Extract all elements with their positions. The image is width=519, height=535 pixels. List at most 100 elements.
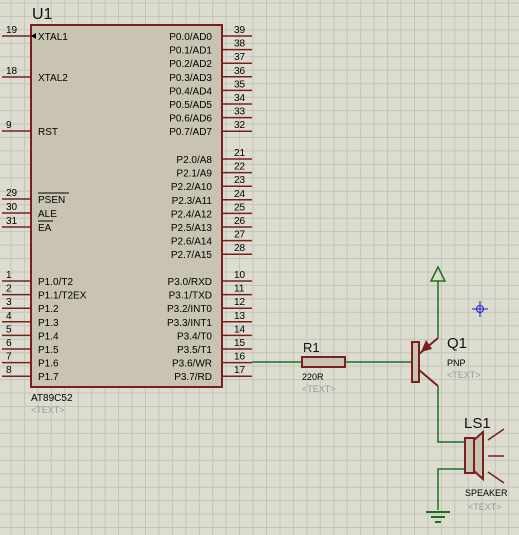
u1-pin-number: 30 — [6, 202, 18, 213]
u1-pin-label: P1.3 — [38, 318, 59, 329]
u1-pin-label: P0.6/AD6 — [169, 114, 212, 125]
u1-pin-label: EA — [38, 223, 52, 234]
u1-pin-label: P0.0/AD0 — [169, 32, 212, 43]
u1-pin-label: P1.0/T2 — [38, 277, 73, 288]
u1-pin-label: XTAL1 — [38, 32, 68, 43]
ls1-speaker[interactable]: LS1 SPEAKER <TEXT> — [464, 415, 508, 512]
u1-pin-number: 14 — [234, 324, 246, 335]
u1-pin-number: 32 — [234, 120, 246, 131]
u1-pin-number: 36 — [234, 66, 246, 77]
q1-type-label: PNP — [447, 358, 466, 368]
u1-pin-label: P2.1/A9 — [176, 169, 212, 180]
q1-ref-label: Q1 — [447, 335, 467, 352]
u1-pin-label: P2.2/A10 — [171, 182, 213, 193]
u1-pin-number: 35 — [234, 79, 246, 90]
u1-pin-number: 1 — [6, 270, 12, 281]
u1-pin-label: P0.2/AD2 — [169, 59, 212, 70]
u1-pin-number: 11 — [234, 284, 245, 295]
origin-marker — [472, 301, 488, 317]
u1-pin-number: 21 — [234, 148, 246, 159]
u1-pin-number: 18 — [6, 66, 18, 77]
u1-pin-label: P1.7 — [38, 372, 59, 383]
ls1-text-placeholder: <TEXT> — [468, 502, 502, 512]
u1-pin-label: P1.6 — [38, 359, 59, 370]
u1-pin-number: 39 — [234, 25, 246, 36]
r1-text-placeholder: <TEXT> — [302, 384, 336, 394]
u1-pin-number: 31 — [6, 216, 18, 227]
u1-pin-label: P2.5/A13 — [171, 223, 213, 234]
u1-part-label: AT89C52 — [31, 393, 73, 404]
u1-pin-number: 8 — [6, 365, 12, 376]
u1-pin-label: RST — [38, 127, 58, 138]
u1-pin-label: P1.2 — [38, 304, 59, 315]
u1-pin-label: P3.6/WR — [172, 359, 212, 370]
ground-symbol[interactable] — [426, 511, 450, 523]
u1-pin-label: P0.1/AD1 — [169, 46, 212, 57]
u1-pin-number: 17 — [234, 365, 246, 376]
u1-pin-number: 38 — [234, 39, 246, 50]
r1-body — [301, 356, 346, 368]
u1-pin-label: P2.0/A8 — [176, 155, 212, 166]
u1-pin-number: 7 — [6, 352, 12, 363]
r1-value-label: 220R — [302, 372, 324, 382]
u1-pin-label: P2.6/A14 — [171, 237, 213, 248]
u1-pin-number: 28 — [234, 243, 246, 254]
u1-pin-label: P1.4 — [38, 331, 59, 342]
u1-pin-label: P3.0/RXD — [168, 277, 212, 288]
u1-pin-label: P0.3/AD3 — [169, 73, 212, 84]
u1-pin-label: PSEN — [38, 195, 65, 206]
u1-pin-number: 9 — [6, 120, 12, 131]
u1-pin-number: 19 — [6, 25, 18, 36]
u1-pin-number: 15 — [234, 338, 246, 349]
u1-pin-number: 13 — [234, 311, 246, 322]
u1-pin-label: P0.5/AD5 — [169, 100, 212, 111]
u1-pin-label: P3.1/TXD — [169, 291, 212, 302]
u1-ref-label: U1 — [32, 6, 53, 23]
ls1-cone — [473, 429, 484, 482]
u1-pin-number: 23 — [234, 175, 246, 186]
u1-pin-number: 16 — [234, 352, 246, 363]
ls1-magnet — [464, 437, 475, 474]
u1-pin-label: P2.7/A15 — [171, 250, 213, 261]
u1-pin-number: 2 — [6, 284, 12, 295]
power-terminal-arrow[interactable] — [429, 265, 447, 282]
u1-microcontroller[interactable]: U1 19 XTAL1 18 XTAL2 9 RST 29 PSEN 30 ALE 31 EA 1 P1.… — [2, 6, 252, 415]
u1-pin-label: P3.5/T1 — [177, 345, 212, 356]
u1-pin-number: 37 — [234, 52, 246, 63]
q1-collector-leg — [418, 369, 439, 387]
u1-pin-label: P1.5 — [38, 345, 59, 356]
u1-pin-label: P0.7/AD7 — [169, 127, 212, 138]
q1-transistor[interactable]: Q1 PNP <TEXT> — [411, 335, 481, 387]
u1-pin-label: P1.1/T2EX — [38, 291, 87, 302]
u1-pin-number: 6 — [6, 338, 12, 349]
u1-pin-label: P3.2/INT0 — [167, 304, 212, 315]
wire-speaker-to-ground[interactable] — [437, 468, 465, 510]
u1-pin-number: 4 — [6, 311, 12, 322]
u1-pin-label: P3.3/INT1 — [167, 318, 212, 329]
u1-pin-number: 24 — [234, 189, 246, 200]
u1-pin-number: 33 — [234, 107, 246, 118]
u1-pin-label: P0.4/AD4 — [169, 86, 212, 97]
q1-emitter-arrow — [421, 340, 432, 352]
r1-ref-label: R1 — [303, 340, 320, 355]
u1-pin-number: 25 — [234, 202, 246, 213]
u1-pin-label: P3.4/T0 — [177, 331, 212, 342]
u1-pin-label: XTAL2 — [38, 73, 68, 84]
u1-pin-number: 27 — [234, 230, 246, 241]
u1-pin-number: 3 — [6, 297, 12, 308]
q1-text-placeholder: <TEXT> — [447, 370, 481, 380]
r1-resistor[interactable]: R1 220R <TEXT> — [301, 340, 346, 394]
schematic-canvas[interactable]: U1 19 XTAL1 18 XTAL2 9 RST 29 PSEN 30 ALE 31 EA 1 P1.… — [0, 0, 519, 535]
u1-pin-label: P3.7/RD — [174, 372, 212, 383]
u1-text-placeholder: <TEXT> — [31, 405, 65, 415]
u1-pin-label: P2.3/A11 — [172, 196, 213, 207]
u1-pin-number: 10 — [234, 270, 246, 281]
u1-pin-label: P2.4/A12 — [171, 209, 213, 220]
u1-pin-number: 12 — [234, 297, 246, 308]
u1-pin-number: 5 — [6, 324, 12, 335]
u1-pin-number: 22 — [234, 162, 246, 173]
u1-pin-number: 26 — [234, 216, 246, 227]
u1-pin-number: 34 — [234, 93, 246, 104]
u1-pin-label: ALE — [38, 209, 57, 220]
ls1-type-label: SPEAKER — [465, 488, 508, 498]
